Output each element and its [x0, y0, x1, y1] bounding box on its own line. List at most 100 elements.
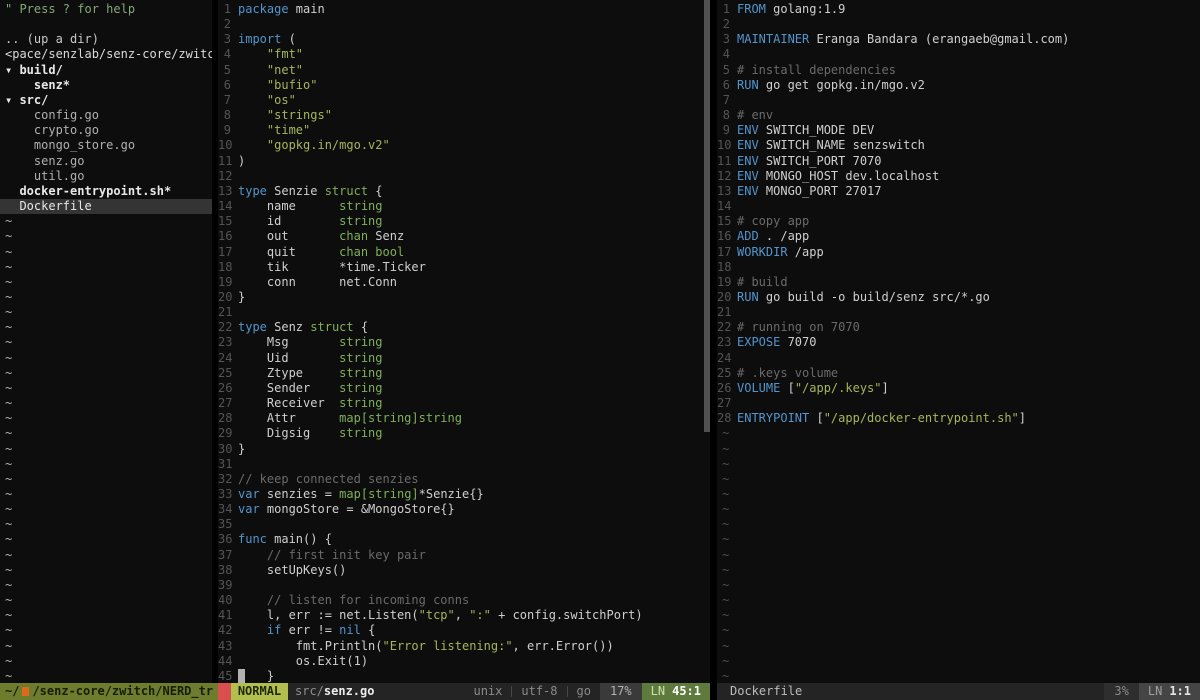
tree-item[interactable] — [0, 17, 212, 32]
code-line[interactable]: 23 Msg string — [218, 335, 710, 350]
code-line[interactable]: 1package main — [218, 2, 710, 17]
code-line[interactable]: 2 — [717, 17, 1200, 32]
tree-item[interactable]: crypto.go — [0, 123, 212, 138]
code-line[interactable]: 26VOLUME ["/app/.keys"] — [717, 381, 1200, 396]
code-line[interactable]: 27 Receiver string — [218, 396, 710, 411]
line-number: 27 — [218, 396, 238, 411]
tree-item[interactable]: docker-entrypoint.sh* — [0, 184, 212, 199]
code-line[interactable]: 25 Ztype string — [218, 366, 710, 381]
code-line[interactable]: 10 "gopkg.in/mgo.v2" — [218, 138, 710, 153]
line-number: 40 — [218, 593, 238, 608]
tree-item[interactable]: ▾ build/ — [0, 63, 212, 78]
code-line[interactable]: 1FROM golang:1.9 — [717, 2, 1200, 17]
code-line[interactable]: 26 Sender string — [218, 381, 710, 396]
code-line[interactable]: 13type Senzie struct { — [218, 184, 710, 199]
code-line[interactable]: 44 os.Exit(1) — [218, 654, 710, 669]
code-line[interactable]: 16 out chan Senz — [218, 229, 710, 244]
code-line[interactable]: 19# build — [717, 275, 1200, 290]
line-number: 14 — [218, 199, 238, 214]
code-line[interactable]: 9 "time" — [218, 123, 710, 138]
line-number: 8 — [717, 108, 737, 123]
code-line[interactable]: 7 — [717, 93, 1200, 108]
tree-item[interactable]: Dockerfile — [0, 199, 212, 214]
empty-line-tilde: ~ — [717, 654, 1200, 669]
code-line[interactable]: 16ADD . /app — [717, 229, 1200, 244]
code-line[interactable]: 14 name string — [218, 199, 710, 214]
tree-item[interactable]: .. (up a dir) — [0, 32, 212, 47]
code-line[interactable]: 27 — [717, 396, 1200, 411]
code-line[interactable]: 28 Attr map[string]string — [218, 411, 710, 426]
code-line[interactable]: 19 conn net.Conn — [218, 275, 710, 290]
line-number: 29 — [218, 426, 238, 441]
code-line[interactable]: 41 l, err := net.Listen("tcp", ":" + con… — [218, 608, 710, 623]
empty-line-tilde: ~ — [717, 593, 1200, 608]
code-line[interactable]: 24 Uid string — [218, 351, 710, 366]
code-line[interactable]: 17WORKDIR /app — [717, 245, 1200, 260]
code-line[interactable]: 43 fmt.Println("Error listening:", err.E… — [218, 639, 710, 654]
tree-item[interactable]: config.go — [0, 108, 212, 123]
code-line[interactable]: 11ENV SWITCH_PORT 7070 — [717, 154, 1200, 169]
dockerfile-buffer: 1FROM golang:1.923MAINTAINER Eranga Band… — [717, 2, 1200, 683]
code-line[interactable]: 45 } — [218, 669, 710, 683]
line-number: 11 — [717, 154, 737, 169]
code-line[interactable]: 39 — [218, 578, 710, 593]
code-line[interactable]: 4 — [717, 47, 1200, 62]
code-line[interactable]: 21 — [218, 305, 710, 320]
code-line[interactable]: 14 — [717, 199, 1200, 214]
code-line[interactable]: 17 quit chan bool — [218, 245, 710, 260]
code-line[interactable]: 5# install dependencies — [717, 63, 1200, 78]
code-line[interactable]: 12 — [218, 169, 710, 184]
code-line[interactable]: 20RUN go build -o build/senz src/*.go — [717, 290, 1200, 305]
tree-item[interactable]: " Press ? for help — [0, 2, 212, 17]
code-line[interactable]: 28ENTRYPOINT ["/app/docker-entrypoint.sh… — [717, 411, 1200, 426]
code-line[interactable]: 34var mongoStore = &MongoStore{} — [218, 502, 710, 517]
code-line[interactable]: 2 — [218, 17, 710, 32]
code-line[interactable]: 23EXPOSE 7070 — [717, 335, 1200, 350]
code-line[interactable]: 12ENV MONGO_HOST dev.localhost — [717, 169, 1200, 184]
code-line[interactable]: 9ENV SWITCH_MODE DEV — [717, 123, 1200, 138]
code-line[interactable]: 18 — [717, 260, 1200, 275]
code-line[interactable]: 30} — [218, 442, 710, 457]
code-line[interactable]: 8 "strings" — [218, 108, 710, 123]
code-line[interactable]: 7 "os" — [218, 93, 710, 108]
tree-item[interactable]: senz* — [0, 78, 212, 93]
code-line[interactable]: 22# running on 7070 — [717, 320, 1200, 335]
line-number: 10 — [717, 138, 737, 153]
code-line[interactable]: 10ENV SWITCH_NAME senzswitch — [717, 138, 1200, 153]
code-line[interactable]: 21 — [717, 305, 1200, 320]
tree-item[interactable]: senz.go — [0, 154, 212, 169]
empty-line-tilde: ~ — [717, 548, 1200, 563]
tree-item[interactable]: ▾ src/ — [0, 93, 212, 108]
code-line[interactable]: 3MAINTAINER Eranga Bandara (erangaeb@gma… — [717, 32, 1200, 47]
code-line[interactable]: 15 id string — [218, 214, 710, 229]
code-line[interactable]: 6RUN go get gopkg.in/mgo.v2 — [717, 78, 1200, 93]
code-line[interactable]: 29 Digsig string — [218, 426, 710, 441]
code-line[interactable]: 15# copy app — [717, 214, 1200, 229]
code-line[interactable]: 11) — [218, 154, 710, 169]
code-line[interactable]: 18 tik *time.Ticker — [218, 260, 710, 275]
code-line[interactable]: 6 "bufio" — [218, 78, 710, 93]
code-line[interactable]: 24 — [717, 351, 1200, 366]
code-line[interactable]: 33var senzies = map[string]*Senzie{} — [218, 487, 710, 502]
right-ln-value: 1:1 — [1169, 684, 1191, 698]
tree-item[interactable]: util.go — [0, 169, 212, 184]
code-line[interactable]: 3import ( — [218, 32, 710, 47]
code-line[interactable]: 5 "net" — [218, 63, 710, 78]
code-line[interactable]: 4 "fmt" — [218, 47, 710, 62]
code-line[interactable]: 8# env — [717, 108, 1200, 123]
code-line[interactable]: 20} — [218, 290, 710, 305]
right-ln-label: LN — [1148, 684, 1162, 698]
code-line[interactable]: 25# .keys volume — [717, 366, 1200, 381]
code-line[interactable]: 36func main() { — [218, 532, 710, 547]
code-line[interactable]: 22type Senz struct { — [218, 320, 710, 335]
code-line[interactable]: 37 // first init key pair — [218, 548, 710, 563]
tree-item[interactable]: <pace/senzlab/senz-core/zwitch/ — [0, 47, 212, 62]
code-line[interactable]: 32// keep connected senzies — [218, 472, 710, 487]
tree-item[interactable]: mongo_store.go — [0, 138, 212, 153]
code-line[interactable]: 31 — [218, 457, 710, 472]
code-line[interactable]: 35 — [218, 517, 710, 532]
code-line[interactable]: 38 setUpKeys() — [218, 563, 710, 578]
code-line[interactable]: 40 // listen for incoming conns — [218, 593, 710, 608]
code-line[interactable]: 42 if err != nil { — [218, 623, 710, 638]
code-line[interactable]: 13ENV MONGO_PORT 27017 — [717, 184, 1200, 199]
